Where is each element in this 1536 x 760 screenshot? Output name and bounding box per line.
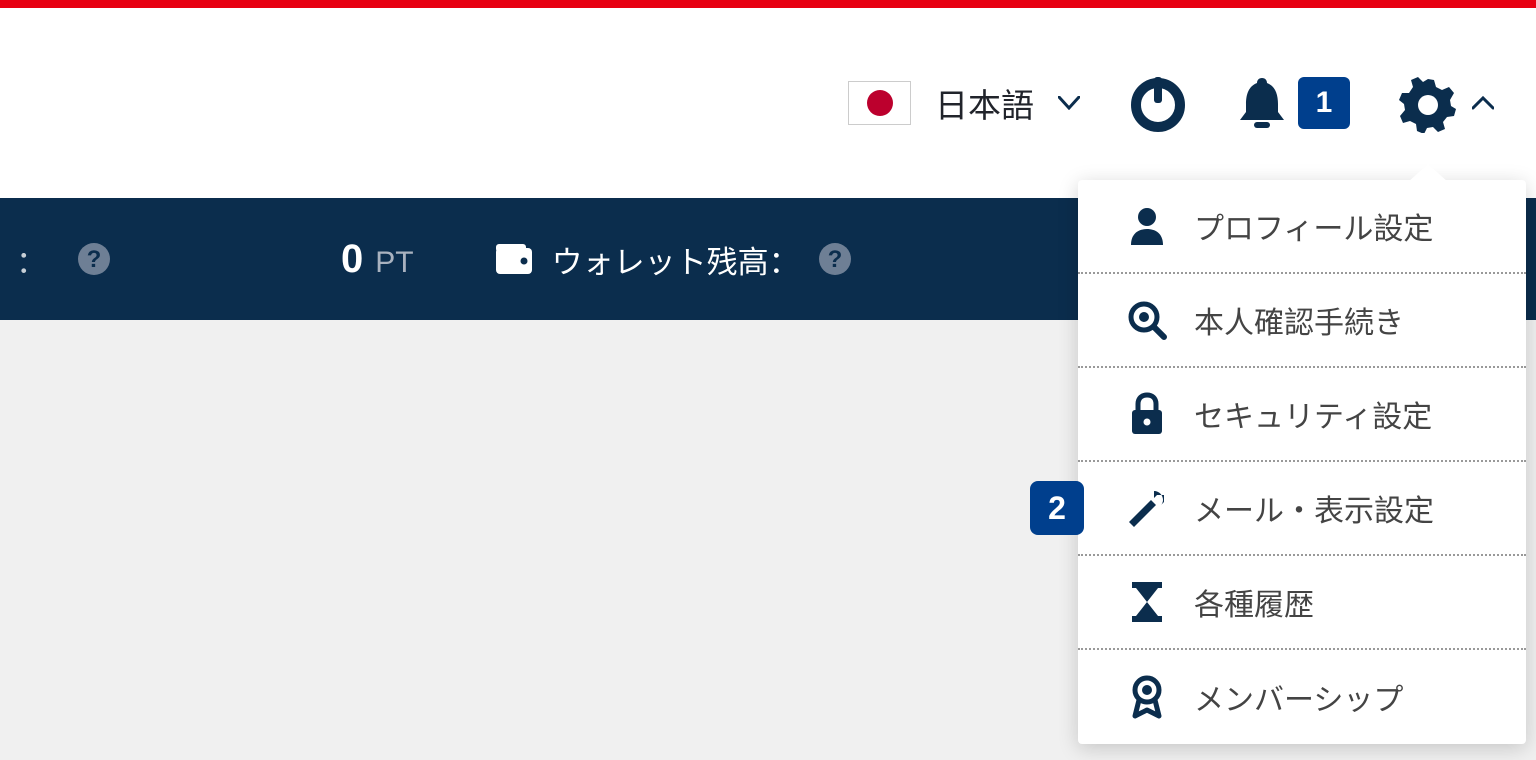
notifications[interactable]: 1 [1236, 74, 1350, 132]
header-right: 日本語 1 [848, 73, 1494, 133]
help-icon[interactable]: ? [77, 242, 111, 276]
info-leading: ： ? [16, 237, 111, 282]
menu-label: セキュリティ設定 [1194, 392, 1432, 436]
menu-item-membership[interactable]: メンバーシップ [1078, 650, 1526, 744]
settings-dropdown: プロフィール設定 本人確認手続き セキュリティ設定 2 メール・表示設定 各種履… [1078, 180, 1526, 744]
svg-text:?: ? [827, 246, 842, 273]
menu-label: 各種履歴 [1194, 580, 1314, 624]
menu-item-identity[interactable]: 本人確認手続き [1078, 274, 1526, 368]
chevron-down-icon [1058, 96, 1080, 110]
wallet-display: ウォレット残高： ? [494, 237, 852, 282]
notification-badge: 1 [1298, 77, 1350, 129]
wallet-label: ウォレット残高： [552, 237, 800, 282]
header: 日本語 1 [0, 8, 1536, 198]
menu-label: メール・表示設定 [1194, 486, 1434, 530]
wallet-icon [494, 242, 534, 276]
menu-item-security[interactable]: セキュリティ設定 [1078, 368, 1526, 462]
chevron-up-icon [1472, 96, 1494, 110]
menu-item-profile[interactable]: プロフィール設定 [1078, 180, 1526, 274]
language-label: 日本語 [935, 79, 1034, 127]
lock-icon [1126, 392, 1168, 436]
user-icon [1126, 205, 1168, 247]
language-selector[interactable]: 日本語 [848, 79, 1080, 127]
identity-icon [1126, 299, 1168, 341]
leading-colon: ： [16, 237, 47, 282]
points-display: 0 PT [341, 237, 414, 282]
svg-text:?: ? [87, 246, 102, 273]
bell-icon [1236, 74, 1288, 132]
menu-label: メンバーシップ [1194, 675, 1403, 719]
help-icon[interactable]: ? [818, 242, 852, 276]
points-unit: PT [375, 246, 413, 280]
menu-item-history[interactable]: 各種履歴 [1078, 556, 1526, 650]
menu-badge: 2 [1030, 481, 1084, 535]
wrench-icon [1126, 487, 1168, 529]
top-accent-bar [0, 0, 1536, 8]
ribbon-icon [1126, 674, 1168, 720]
menu-item-mail-display[interactable]: 2 メール・表示設定 [1078, 462, 1526, 556]
flag-japan-icon [848, 81, 911, 125]
hourglass-icon [1126, 580, 1168, 624]
points-value: 0 [341, 237, 363, 282]
settings-button[interactable] [1398, 73, 1494, 133]
power-icon[interactable] [1128, 73, 1188, 133]
menu-label: 本人確認手続き [1194, 298, 1404, 342]
menu-label: プロフィール設定 [1194, 204, 1433, 248]
gear-icon [1398, 73, 1458, 133]
